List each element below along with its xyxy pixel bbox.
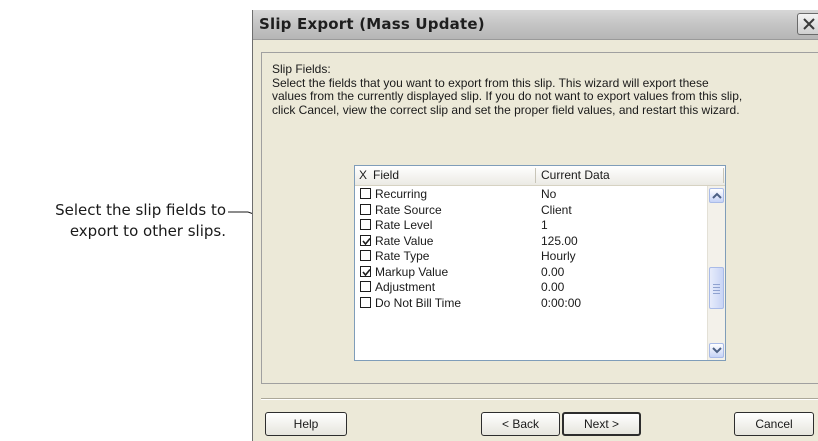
field-current-data: No [541, 187, 557, 201]
fields-list[interactable]: X Field Current Data Recurring No Rate Sou… [354, 165, 726, 361]
field-checkbox[interactable] [360, 250, 371, 261]
field-checkbox[interactable] [360, 296, 371, 308]
cancel-button[interactable]: Cancel [734, 412, 814, 436]
window-title: Slip Export (Mass Update) [259, 15, 485, 33]
checkmark-icon [362, 268, 371, 276]
footer-separator [261, 398, 818, 400]
thumb-grip [713, 287, 720, 288]
next-button[interactable]: Next > [562, 412, 641, 436]
list-item[interactable]: Rate Level 1 [355, 217, 707, 233]
field-name: Markup Value [375, 264, 449, 279]
header-current-data-column[interactable]: Current Data [541, 168, 610, 182]
list-item[interactable]: Do Not Bill Time 0:00:00 [355, 295, 707, 311]
list-rows: Recurring No Rate Source Client Rate Level 1 R… [355, 186, 707, 310]
intro-text: Slip Fields: Select the fields that you … [272, 62, 818, 117]
checkmark-icon [362, 237, 371, 245]
intro-line-1: Select the fields that you want to expor… [272, 75, 709, 90]
field-name: Rate Value [375, 233, 434, 248]
field-checkbox[interactable] [360, 281, 371, 292]
intro-line-3: click Cancel, view the correct slip and … [272, 102, 740, 117]
list-item[interactable]: Markup Value 0.00 [355, 264, 707, 280]
close-button[interactable] [797, 13, 818, 35]
list-item[interactable]: Rate Value 125.00 [355, 233, 707, 249]
list-item[interactable]: Rate Source Client [355, 202, 707, 218]
field-current-data: 1 [541, 218, 548, 232]
field-checkbox[interactable] [360, 188, 371, 199]
field-name: Adjustment [375, 280, 436, 294]
chevron-up-icon [712, 192, 722, 199]
field-current-data: 0.00 [541, 280, 565, 294]
field-current-data: 0.00 [541, 264, 565, 279]
back-button[interactable]: < Back [481, 412, 560, 436]
field-checkbox[interactable] [360, 203, 371, 215]
field-checkbox[interactable] [360, 234, 371, 246]
field-name: Rate Level [375, 218, 433, 232]
header-divider[interactable] [535, 168, 536, 183]
intro-line-2: values from the currently displayed slip… [272, 89, 743, 103]
title-bar: Slip Export (Mass Update) [253, 10, 818, 40]
field-current-data: Hourly [541, 249, 576, 263]
scroll-down-button[interactable] [709, 343, 724, 358]
header-check-column[interactable]: X [359, 168, 367, 182]
scroll-up-button[interactable] [709, 188, 724, 203]
field-name: Recurring [375, 187, 428, 201]
chevron-down-icon [712, 347, 722, 354]
thumb-grip [713, 284, 720, 285]
field-current-data: 0:00:00 [541, 295, 582, 310]
thumb-grip [713, 290, 720, 291]
field-current-data: Client [541, 202, 572, 217]
header-divider[interactable] [723, 168, 724, 183]
field-name: Rate Type [375, 249, 430, 263]
list-header: X Field Current Data [355, 166, 725, 186]
field-name: Do Not Bill Time [375, 295, 462, 310]
list-item[interactable]: Rate Type Hourly [355, 248, 707, 264]
scroll-thumb[interactable] [709, 267, 724, 309]
content-panel: Slip Fields: Select the fields that you … [261, 52, 818, 384]
field-name: Rate Source [375, 202, 442, 217]
vertical-scrollbar[interactable] [707, 186, 725, 360]
close-icon [803, 18, 815, 30]
field-current-data: 125.00 [541, 233, 578, 248]
list-item[interactable]: Adjustment 0.00 [355, 279, 707, 295]
slip-fields-label: Slip Fields: [272, 62, 331, 76]
help-button[interactable]: Help [265, 412, 347, 436]
field-checkbox[interactable] [360, 265, 371, 277]
header-field-column[interactable]: Field [373, 168, 399, 182]
field-checkbox[interactable] [360, 219, 371, 230]
list-item[interactable]: Recurring No [355, 186, 707, 202]
thumb-grip [713, 293, 720, 294]
dialog-window: Slip Export (Mass Update) Slip Fields: S… [252, 10, 818, 441]
